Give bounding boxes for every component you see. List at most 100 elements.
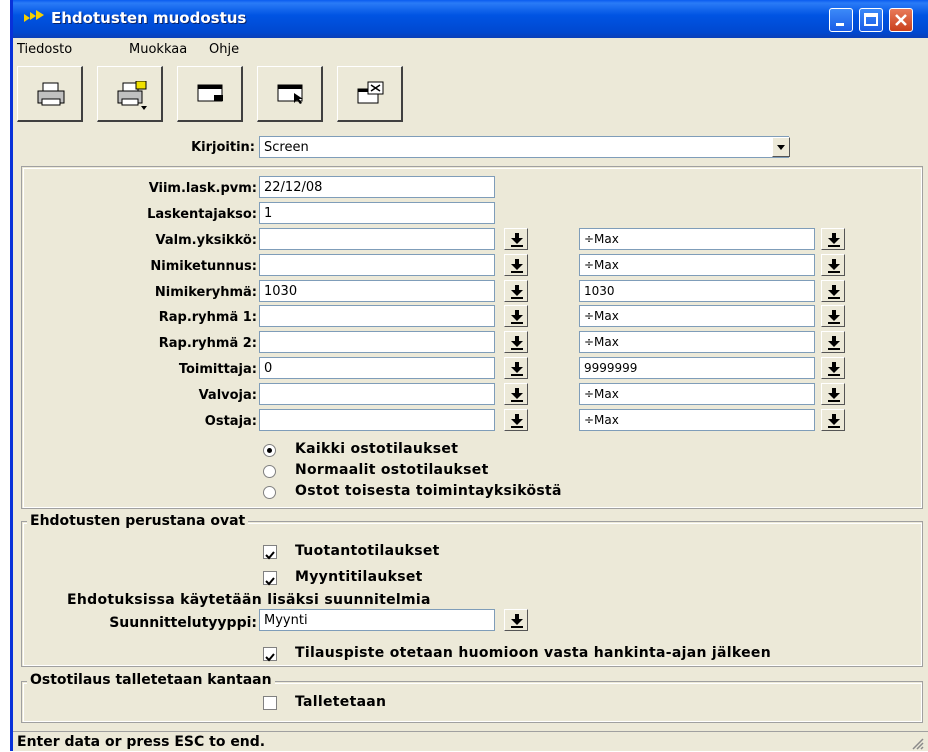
arrow-down-bar-icon [511,614,523,628]
printer-icon [37,82,65,106]
range-6-to-lookup-button[interactable] [821,382,845,405]
range-0-label: Valm.yksikkö: [155,233,257,248]
status-text: Enter data or press ESC to end. [17,734,266,750]
range-4-label: Rap.ryhmä 2: [158,336,257,352]
range-6-from-lookup-button[interactable] [504,382,528,405]
range-4-to-lookup-button[interactable] [821,331,845,354]
menu-tiedosto[interactable]: Tiedosto [17,42,72,57]
range-2-to-input[interactable]: 1030 [579,279,815,302]
tuotantotilaukset-checkbox[interactable] [263,545,277,560]
arrow-down-bar-icon [828,336,840,351]
arrow-down-bar-icon [511,233,523,247]
window-minimize-tool-button[interactable] [177,66,243,122]
maximize-button[interactable] [859,8,883,32]
range-1-to-input[interactable]: ÷Max [579,253,815,276]
range-4-from-input[interactable] [259,331,495,354]
range-1-to-lookup-button[interactable] [821,253,845,276]
minimize-icon [836,23,844,26]
range-3-from-lookup-button[interactable] [504,305,528,328]
radio-1-label: Normaalit ostotilaukset [295,462,489,478]
window-cursor-icon [277,84,303,104]
range-2-label: Nimikeryhmä: [154,284,257,300]
window-close-tool-button[interactable] [337,66,403,122]
menu-ohje[interactable]: Ohje [209,42,239,57]
chevron-down-icon [777,145,785,150]
range-3-label: Rap.ryhmä 1: [158,310,257,326]
arrow-down-bar-icon [828,387,840,402]
radio-1[interactable] [263,465,276,478]
myyntitilaukset-checkbox[interactable] [263,571,277,586]
print-button[interactable] [17,66,83,122]
arrow-down-bar-icon [511,310,523,325]
suunnittelutyyppi-input[interactable]: Myynti [259,609,495,631]
range-1-from-lookup-button[interactable] [504,253,528,276]
save-group-title: Ostotilaus talletetaan kantaan [27,672,275,688]
window-minimize-icon [197,84,223,102]
range-7-from-input[interactable] [259,408,495,431]
menu-muokkaa[interactable]: Muokkaa [129,42,187,57]
arrow-down-bar-icon [511,413,523,428]
arrow-down-bar-icon [828,284,840,299]
range-5-to-input[interactable]: 9999999 [579,357,815,379]
window-cursor-tool-button[interactable] [257,66,323,122]
reorder-point-label: Tilauspiste otetaan huomioon vasta hanki… [295,645,771,661]
range-5-label: Toimittaja: [178,362,257,377]
range-7-from-lookup-button[interactable] [504,408,528,431]
suunnittelutyyppi-label: Suunnittelutyyppi: [109,615,257,631]
resize-grip-icon[interactable] [910,736,924,750]
tuotantotilaukset-label: Tuotantotilaukset [295,543,440,559]
viim-lask-label: Viim.lask.pvm: [148,181,257,196]
range-2-to-lookup-button[interactable] [821,279,845,302]
range-0-to-lookup-button[interactable] [821,228,845,250]
talletetaan-label: Talletetaan [295,694,387,710]
radio-2-label: Ostot toisesta toimintayksiköstä [295,483,562,499]
suunnittelutyyppi-lookup-button[interactable] [504,609,528,631]
range-1-from-input[interactable] [259,253,495,276]
range-0-from-lookup-button[interactable] [504,228,528,250]
arrow-down-bar-icon [828,258,840,273]
arrow-down-bar-icon [828,362,840,376]
range-6-from-input[interactable] [259,382,495,405]
myyntitilaukset-label: Myyntitilaukset [295,569,423,585]
printer-dropdown-button[interactable] [772,137,790,157]
range-5-from-input[interactable]: 0 [259,357,495,379]
close-icon [895,14,907,26]
arrow-down-bar-icon [828,310,840,325]
printer-setup-icon [117,81,147,110]
range-2-from-lookup-button[interactable] [504,279,528,302]
talletetaan-checkbox[interactable] [263,696,277,710]
window-close-icon [357,81,384,104]
range-0-to-input[interactable]: ÷Max [579,228,815,250]
range-3-to-input[interactable]: ÷Max [579,305,815,328]
basis-group-title: Ehdotusten perustana ovat [27,513,249,529]
radio-0[interactable] [263,444,276,457]
printer-setup-button[interactable] [97,66,163,122]
arrow-down-bar-icon [828,233,840,247]
printer-select[interactable]: Screen [259,136,789,158]
menu-bar: Tiedosto Muokkaa Ohje [13,38,928,60]
title-bar[interactable]: Ehdotusten muodostus [13,0,928,38]
status-bar: Enter data or press ESC to end. [13,731,928,752]
range-3-to-lookup-button[interactable] [821,305,845,328]
range-3-from-input[interactable] [259,305,495,328]
range-0-from-input[interactable] [259,228,495,250]
arrow-down-bar-icon [511,284,523,299]
minimize-button[interactable] [829,8,853,32]
range-7-to-input[interactable]: ÷Max [579,408,815,431]
laskentajakso-input[interactable]: 1 [259,202,495,224]
range-6-to-input[interactable]: ÷Max [579,382,815,405]
range-2-from-input[interactable]: 1030 [259,279,495,302]
checkmark-icon [265,551,275,560]
radio-2[interactable] [263,486,276,499]
reorder-point-checkbox[interactable] [263,647,277,662]
viim-lask-input[interactable]: 22/12/08 [259,176,495,198]
range-4-to-input[interactable]: ÷Max [579,331,815,354]
range-4-from-lookup-button[interactable] [504,331,528,354]
close-button[interactable] [889,8,913,32]
range-5-to-lookup-button[interactable] [821,357,845,379]
range-6-label: Valvoja: [198,387,257,403]
radio-0-label: Kaikki ostotilaukset [295,441,459,457]
range-7-to-lookup-button[interactable] [821,408,845,431]
maximize-icon [864,13,878,26]
range-5-from-lookup-button[interactable] [504,357,528,379]
